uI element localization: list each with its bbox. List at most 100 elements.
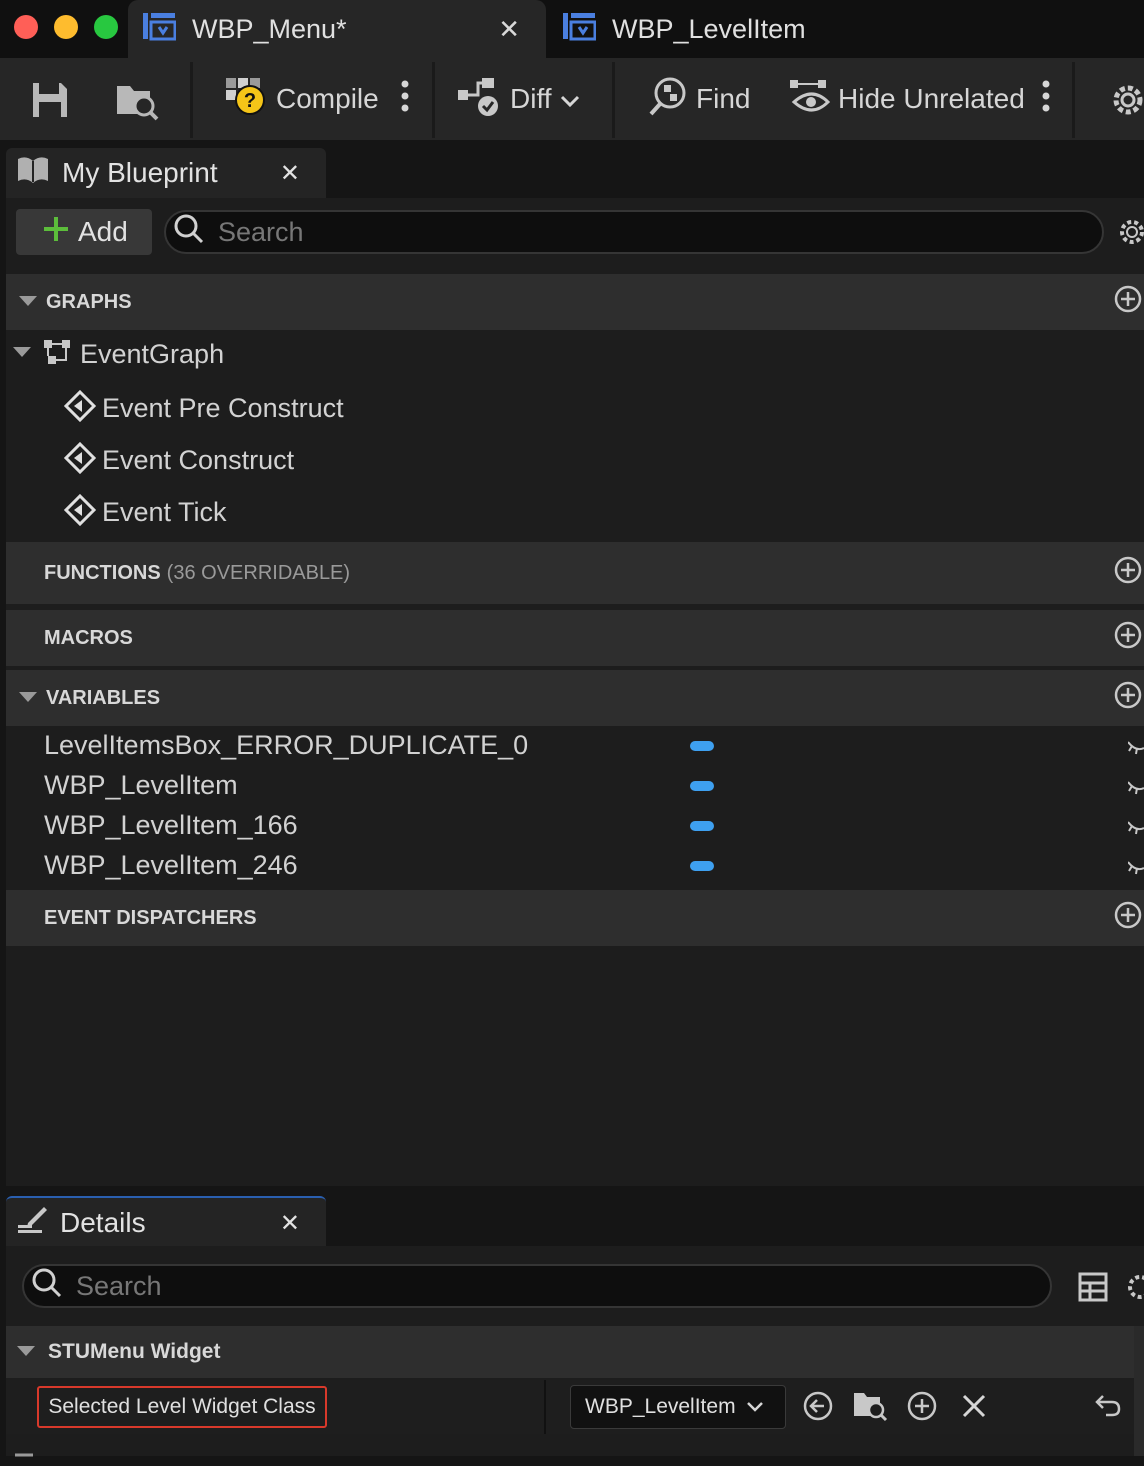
eye-closed-icon[interactable] <box>1127 814 1144 842</box>
my-blueprint-tab[interactable]: My Blueprint ✕ <box>6 148 326 198</box>
panel-title: My Blueprint <box>62 157 218 188</box>
use-selected-asset-icon[interactable] <box>802 1390 834 1427</box>
event-graph-item[interactable]: EventGraph <box>10 338 224 371</box>
browse-to-asset-icon[interactable] <box>852 1388 888 1427</box>
minimize-window-button[interactable] <box>54 15 78 39</box>
reset-to-default-icon[interactable] <box>1094 1392 1122 1423</box>
add-event-dispatcher-icon[interactable] <box>1114 901 1142 935</box>
event-graph-label: EventGraph <box>80 339 225 369</box>
add-circle-icon[interactable] <box>906 1390 938 1427</box>
settings-gear-icon[interactable] <box>1108 80 1144 125</box>
hide-unrelated-icon <box>788 76 838 123</box>
compile-options-icon[interactable] <box>398 76 412 124</box>
tab-label: WBP_Menu* <box>192 13 347 44</box>
expand-triangle-icon <box>18 687 38 710</box>
close-panel-icon[interactable]: ✕ <box>280 1209 300 1238</box>
section-title: GRAPHS <box>46 290 132 313</box>
variable-row[interactable]: WBP_LevelItem_246 <box>6 846 1144 886</box>
dropdown-value: WBP_LevelItem <box>585 1395 736 1418</box>
search-placeholder: Search <box>218 216 304 247</box>
search-icon <box>32 1268 62 1305</box>
section-title: MACROS <box>44 626 133 649</box>
plus-icon <box>42 215 70 250</box>
details-scrollbar[interactable] <box>1134 1326 1144 1456</box>
widget-class-dropdown[interactable]: WBP_LevelItem <box>570 1385 786 1429</box>
toolbar-separator <box>612 62 615 138</box>
property-matrix-icon[interactable] <box>1078 1272 1108 1307</box>
add-function-icon[interactable] <box>1114 556 1142 590</box>
blueprint-settings-gear-icon[interactable] <box>1116 216 1144 253</box>
widget-blueprint-icon <box>562 11 597 48</box>
save-icon[interactable] <box>30 80 70 125</box>
compile-button[interactable]: ? Compile <box>224 58 379 140</box>
toolbar-separator <box>190 62 193 138</box>
details-tab[interactable]: Details ✕ <box>6 1196 326 1248</box>
variable-name: LevelItemsBox_ERROR_DUPLICATE_0 <box>44 730 529 760</box>
tab-wbp-levelitem[interactable]: WBP_LevelItem <box>548 0 948 58</box>
event-item[interactable]: Event Tick <box>63 493 227 531</box>
variable-row[interactable]: WBP_LevelItem <box>6 766 1144 806</box>
eye-closed-icon[interactable] <box>1127 734 1144 762</box>
variable-type-pill <box>690 781 714 791</box>
hide-unrelated-options-icon[interactable] <box>1039 76 1053 124</box>
compile-status-icon: ? <box>224 74 276 125</box>
add-variable-icon[interactable] <box>1114 681 1142 715</box>
collapse-triangle-icon <box>12 345 32 364</box>
variable-name: WBP_LevelItem <box>44 770 238 800</box>
section-title: VARIABLES <box>46 686 161 709</box>
compile-label: Compile <box>276 83 379 114</box>
variables-section-header[interactable]: VARIABLES <box>6 670 1144 726</box>
search-icon <box>174 214 204 251</box>
eye-closed-icon[interactable] <box>1127 774 1144 802</box>
variable-row[interactable]: LevelItemsBox_ERROR_DUPLICATE_0 <box>6 726 1144 766</box>
section-title: EVENT DISPATCHERS <box>44 906 257 929</box>
details-settings-gear-icon[interactable] <box>1124 1272 1144 1307</box>
search-placeholder: Search <box>76 1270 162 1301</box>
event-diamond-icon <box>63 389 97 427</box>
tab-label: WBP_LevelItem <box>612 13 806 44</box>
svg-text:?: ? <box>244 90 256 112</box>
blueprint-book-icon <box>16 155 50 192</box>
panel-title: Details <box>60 1207 146 1238</box>
expand-triangle-icon <box>18 291 38 314</box>
event-graph-icon <box>42 338 72 371</box>
add-button[interactable]: Add <box>16 209 152 255</box>
zoom-window-button[interactable] <box>94 15 118 39</box>
event-label: Event Tick <box>102 497 227 527</box>
add-label: Add <box>78 216 128 247</box>
details-search-input[interactable]: Search <box>22 1264 1052 1308</box>
variable-name: WBP_LevelItem_246 <box>44 850 298 880</box>
diff-button[interactable]: Diff <box>456 58 588 140</box>
diff-icon <box>456 74 510 125</box>
tab-wbp-menu[interactable]: WBP_Menu* ✕ <box>128 0 546 58</box>
toolbar-separator <box>432 62 435 138</box>
macros-section-header[interactable]: MACROS <box>6 610 1144 666</box>
browse-asset-icon[interactable] <box>114 78 160 127</box>
chevron-down-icon <box>560 83 588 115</box>
hide-unrelated-button[interactable]: Hide Unrelated <box>788 58 1025 140</box>
stumenu-widget-category[interactable]: STUMenu Widget <box>6 1326 1134 1378</box>
graphs-section-header[interactable]: GRAPHS <box>6 274 1144 330</box>
event-label: Event Pre Construct <box>102 393 344 423</box>
category-title: STUMenu Widget <box>48 1340 221 1363</box>
find-button[interactable]: Find <box>648 58 750 140</box>
add-macro-icon[interactable] <box>1114 621 1142 655</box>
event-diamond-icon <box>63 493 97 531</box>
close-tab-icon[interactable]: ✕ <box>498 14 520 45</box>
blueprint-search-input[interactable]: Search <box>164 210 1104 254</box>
close-panel-icon[interactable]: ✕ <box>280 159 300 188</box>
add-graph-icon[interactable] <box>1114 285 1142 319</box>
event-item[interactable]: Event Construct <box>63 441 295 479</box>
widget-blueprint-icon <box>142 11 177 48</box>
event-item[interactable]: Event Pre Construct <box>63 389 344 427</box>
functions-section-header[interactable]: FUNCTIONS (36 OVERRIDABLE) <box>6 542 1144 604</box>
event-dispatchers-section-header[interactable]: EVENT DISPATCHERS <box>6 890 1144 946</box>
property-label: Selected Level Widget Class <box>37 1386 327 1428</box>
close-window-button[interactable] <box>14 15 38 39</box>
variable-row[interactable]: WBP_LevelItem_166 <box>6 806 1144 846</box>
property-splitter[interactable] <box>544 1380 546 1434</box>
eye-closed-icon[interactable] <box>1127 854 1144 882</box>
expand-triangle-icon <box>16 1340 36 1364</box>
event-label: Event Construct <box>102 445 295 475</box>
clear-icon[interactable] <box>960 1392 988 1425</box>
